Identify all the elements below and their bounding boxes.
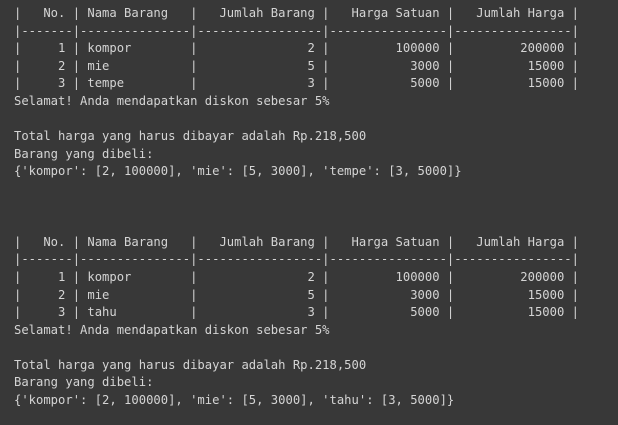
table-row: | 2 | mie | 5 | 3000 | 15000 | bbox=[14, 287, 579, 302]
table-row: | 1 | kompor | 2 | 100000 | 200000 | bbox=[14, 41, 579, 56]
purchased-dict: {'kompor': [2, 100000], 'mie': [5, 3000]… bbox=[14, 393, 455, 408]
table-separator-row: |-------|---------------|---------------… bbox=[14, 252, 579, 267]
purchased-dict: {'kompor': [2, 100000], 'mie': [5, 3000]… bbox=[14, 164, 462, 179]
total-message: Total harga yang harus dibayar adalah Rp… bbox=[14, 357, 367, 372]
table-header-row: | No. | Nama Barang | Jumlah Barang | Ha… bbox=[14, 6, 579, 20]
output-block-2: | No. | Nama Barang | Jumlah Barang | Ha… bbox=[14, 234, 618, 410]
discount-message: Selamat! Anda mendapatkan diskon sebesar… bbox=[14, 322, 330, 337]
table-row: | 3 | tahu | 3 | 5000 | 15000 | bbox=[14, 305, 579, 320]
table-row: | 2 | mie | 5 | 3000 | 15000 | bbox=[14, 58, 579, 73]
total-message: Total harga yang harus dibayar adalah Rp… bbox=[14, 129, 367, 144]
table-row: | 1 | kompor | 2 | 100000 | 200000 | bbox=[14, 269, 579, 284]
purchased-heading: Barang yang dibeli: bbox=[14, 146, 154, 161]
purchased-heading: Barang yang dibeli: bbox=[14, 375, 154, 390]
discount-message: Selamat! Anda mendapatkan diskon sebesar… bbox=[14, 93, 330, 108]
console-output: | No. | Nama Barang | Jumlah Barang | Ha… bbox=[0, 0, 618, 425]
table-row: | 3 | tempe | 3 | 5000 | 15000 | bbox=[14, 76, 579, 91]
output-block-1: | No. | Nama Barang | Jumlah Barang | Ha… bbox=[14, 5, 618, 234]
table-separator-row: |-------|---------------|---------------… bbox=[14, 23, 579, 38]
table-header-row: | No. | Nama Barang | Jumlah Barang | Ha… bbox=[14, 234, 579, 249]
